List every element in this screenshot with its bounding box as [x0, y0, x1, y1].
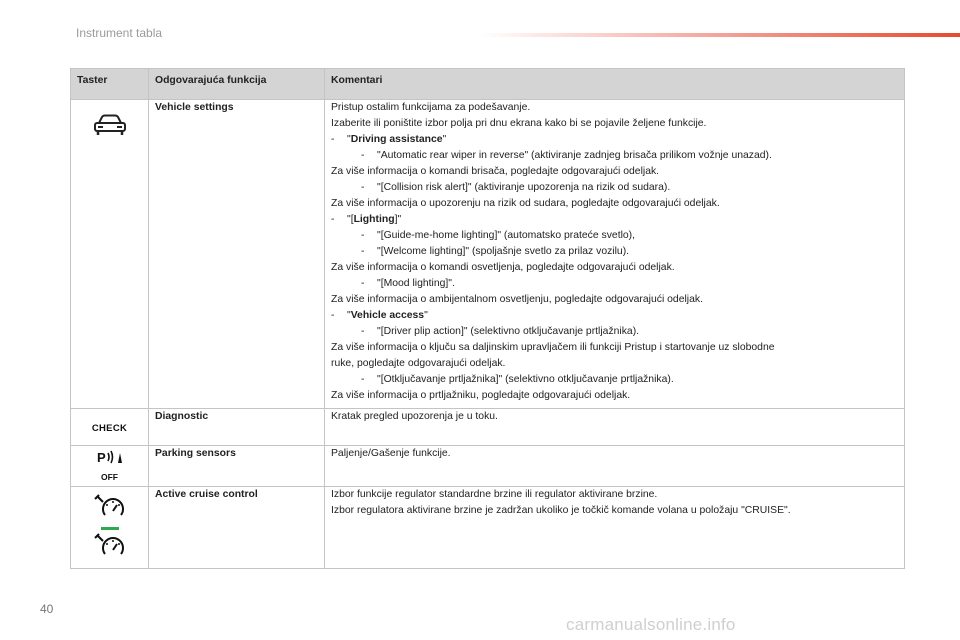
bullet-dash: -	[361, 278, 365, 289]
line-text: "Automatic rear wiper in reverse" (aktiv…	[377, 150, 772, 161]
comment-cell: Izbor funkcije regulator standardne brzi…	[324, 486, 905, 569]
parking-sensor-off-icon: P OFF	[93, 449, 127, 485]
column-header-taster: Taster	[70, 68, 149, 100]
comment-line: Za više informacija o prtljažniku, pogle…	[331, 388, 898, 404]
header-accent-bar	[480, 33, 960, 37]
line-text: Za više informacija o komandi brisača, p…	[331, 166, 660, 177]
line-text: Pristup ostalim funkcijama za podešavanj…	[331, 102, 531, 113]
comment-line: Za više informacija o ključu sa daljinsk…	[331, 340, 898, 356]
bullet-dash: -	[361, 230, 365, 241]
table-row-active-cruise-control: Active cruise control Izbor funkcije reg…	[70, 486, 905, 569]
bullet-dash: -	[331, 310, 335, 321]
quote-close: "	[442, 134, 447, 145]
line-text: Izbor funkcije regulator standardne brzi…	[331, 489, 658, 500]
bullet-dash: -	[361, 182, 365, 193]
line-text: "[Driver plip action]" (selektivno otklj…	[377, 326, 640, 337]
comment-line: Za više informacija o komandi brisača, p…	[331, 164, 898, 180]
quote-open: "[	[347, 214, 354, 225]
line-text: Izbor regulatora aktivirane brzine je za…	[331, 505, 791, 516]
comment-cell: Kratak pregled upozorenja je u toku.	[324, 408, 905, 446]
car-icon	[93, 114, 127, 142]
category-label: Lighting	[353, 214, 395, 225]
bullet-dash: -	[361, 246, 365, 257]
quote-close: "	[424, 310, 428, 321]
icon-cell	[70, 99, 149, 409]
function-name: Vehicle settings	[148, 99, 325, 409]
comment-line: Izbor regulatora aktivirane brzine je za…	[331, 503, 898, 519]
icon-cell: P OFF	[70, 445, 149, 487]
cruise-control-icon	[93, 493, 127, 525]
bullet-dash: -	[361, 326, 365, 337]
check-icon: CHECK	[91, 423, 128, 434]
quote-close: ]"	[394, 214, 402, 225]
comment-line: - "Driving assistance"	[331, 132, 898, 148]
svg-text:P: P	[97, 450, 106, 465]
icon-cell: CHECK	[70, 408, 149, 446]
comment-cell: Pristup ostalim funkcijama za podešavanj…	[324, 99, 905, 409]
function-name: Diagnostic	[148, 408, 325, 446]
line-text: "[Guide-me-home lighting]" (automatsko p…	[377, 230, 636, 241]
category-label: Driving assistance	[350, 134, 443, 145]
line-text: Izaberite ili poništite izbor polja pri …	[331, 118, 707, 129]
category-label: Vehicle access	[350, 310, 425, 321]
comment-line: - "[Mood lighting]".	[331, 276, 898, 292]
icon-cell	[70, 486, 149, 569]
comment-line: Za više informacija o ambijentalnom osve…	[331, 292, 898, 308]
column-header-function: Odgovarajuća funkcija	[148, 68, 325, 100]
table-row-vehicle-settings: Vehicle settings Pristup ostalim funkcij…	[70, 99, 905, 409]
off-label: OFF	[101, 472, 118, 482]
comment-line: Za više informacija o upozorenju na rizi…	[331, 196, 898, 212]
bullet-dash: -	[331, 214, 335, 225]
function-table: Taster Odgovarajuća funkcija Komentari V…	[70, 68, 905, 569]
column-header-comments: Komentari	[324, 68, 905, 100]
cruise-active-bar-icon	[100, 527, 119, 530]
line-text: "[Otključavanje prtljažnika]" (selektivn…	[377, 374, 674, 385]
bullet-dash: -	[331, 134, 335, 145]
line-text: Za više informacija o ključu sa daljinsk…	[331, 342, 775, 353]
comment-cell: Paljenje/Gašenje funkcije.	[324, 445, 905, 487]
function-name: Active cruise control	[148, 486, 325, 569]
comment-line: Izbor funkcije regulator standardne brzi…	[331, 487, 898, 503]
line-text: Za više informacija o ambijentalnom osve…	[331, 294, 703, 305]
comment-line: Kratak pregled upozorenja je u toku.	[331, 409, 898, 425]
line-text: "[Collision risk alert]" (aktiviranje up…	[377, 182, 671, 193]
section-title: Instrument tabla	[76, 26, 163, 40]
comment-line: - "Automatic rear wiper in reverse" (akti…	[331, 148, 898, 164]
table-row-parking-sensors: P OFF Parking sensors Paljenje/Gašenje f…	[70, 445, 905, 487]
line-text: Paljenje/Gašenje funkcije.	[331, 448, 451, 459]
line-text: Kratak pregled upozorenja je u toku.	[331, 411, 498, 422]
table-row-diagnostic: CHECK Diagnostic Kratak pregled upozoren…	[70, 408, 905, 446]
function-name: Parking sensors	[148, 445, 325, 487]
active-cruise-control-icon	[93, 532, 127, 564]
comment-line: - "[Guide-me-home lighting]" (automatsko …	[331, 228, 898, 244]
comment-line: - "Vehicle access"	[331, 308, 898, 324]
line-text: "[Welcome lighting]" (spoljašnje svetlo …	[377, 246, 630, 257]
watermark: carmanualsonline.info	[566, 615, 736, 634]
table-header-row: Taster Odgovarajuća funkcija Komentari	[70, 68, 905, 100]
line-text: "[Mood lighting]".	[377, 278, 455, 289]
comment-line: - "[Collision risk alert]" (aktiviranje u…	[331, 180, 898, 196]
comment-line: ruke, pogledajte odgovarajući odeljak.	[331, 356, 898, 372]
line-text: Za više informacija o komandi osvetljenj…	[331, 262, 675, 273]
comment-line: - "[Welcome lighting]" (spoljašnje svetlo…	[331, 244, 898, 260]
comment-line: - "[Otključavanje prtljažnika]" (selektiv…	[331, 372, 898, 388]
comment-line: - "[Lighting]"	[331, 212, 898, 228]
bullet-dash: -	[361, 150, 365, 161]
line-text: Za više informacija o prtljažniku, pogle…	[331, 390, 631, 401]
line-text: Za više informacija o upozorenju na rizi…	[331, 198, 720, 209]
comment-line: Izaberite ili poništite izbor polja pri …	[331, 116, 898, 132]
bullet-dash: -	[361, 374, 365, 385]
line-text: ruke, pogledajte odgovarajući odeljak.	[331, 358, 506, 369]
comment-line: Paljenje/Gašenje funkcije.	[331, 446, 898, 462]
comment-line: Za više informacija o komandi osvetljenj…	[331, 260, 898, 276]
page-number: 40	[40, 602, 54, 616]
comment-line: Pristup ostalim funkcijama za podešavanj…	[331, 100, 898, 116]
comment-line: - "[Driver plip action]" (selektivno otkl…	[331, 324, 898, 340]
